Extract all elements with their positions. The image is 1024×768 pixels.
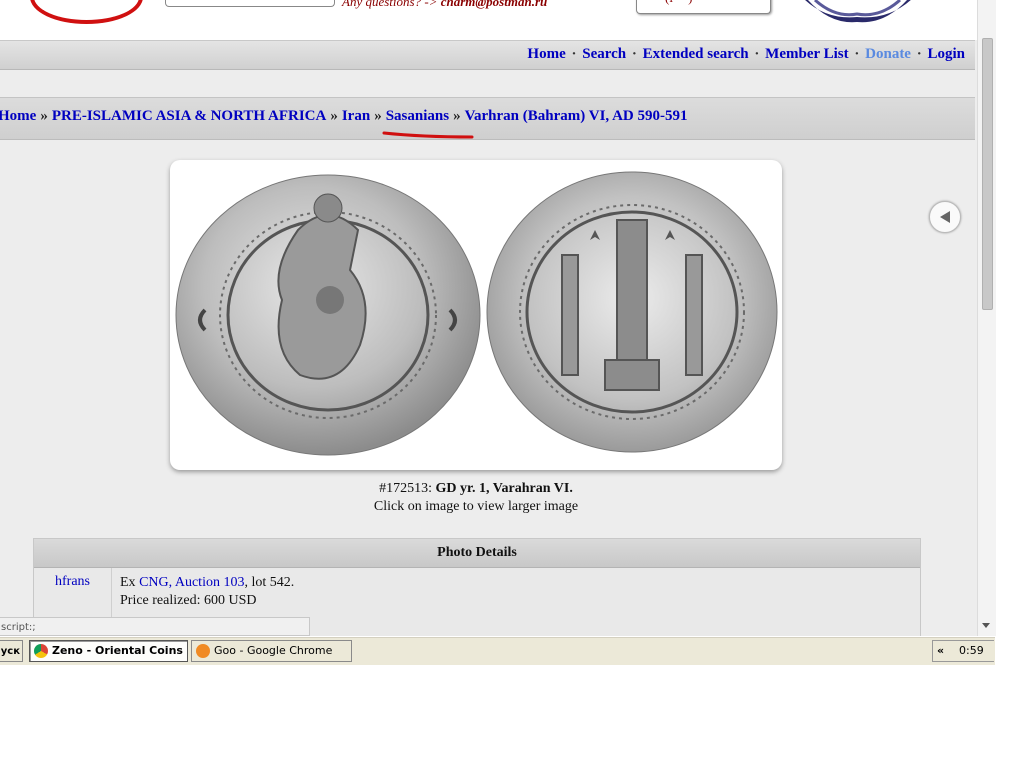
taskbar-item-label: Zeno - Oriental Coins ... (52, 644, 188, 657)
contact-line: Any questions? -> charm@postman.ru (342, 0, 547, 10)
header-button-box[interactable]: (i · ·) (636, 0, 771, 14)
breadcrumb-varhran-vi[interactable]: Varhran (Bahram) VI, AD 590-591 (465, 108, 688, 124)
breadcrumb-category[interactable]: PRE-ISLAMIC ASIA & NORTH AFRICA (52, 108, 327, 124)
photo-hint: Click on image to view larger image (373, 499, 579, 514)
photo-id: #172513: (379, 481, 433, 496)
nav-links: Home · Search · Extended search · Member… (527, 46, 965, 63)
red-underline-annotation (382, 131, 474, 139)
nav-separator: · (854, 46, 860, 62)
nav-donate-link[interactable]: Donate (865, 46, 911, 62)
breadcrumb-separator: » (40, 108, 48, 124)
browser-viewport: ЯНШ Any questions? -> charm@postman.ru (… (0, 0, 977, 636)
breadcrumb: Home» PRE-ISLAMIC ASIA & NORTH AFRICA» Ira… (0, 108, 688, 125)
nav-home-link[interactable]: Home (527, 46, 565, 62)
breadcrumb-bar: Home» PRE-ISLAMIC ASIA & NORTH AFRICA» Ira… (0, 97, 975, 233)
scroll-down-arrow-icon[interactable] (982, 623, 990, 628)
nav-separator: · (571, 46, 577, 62)
scrollbar-thumb[interactable] (982, 38, 993, 310)
site-emblem-icon (805, 0, 911, 23)
chrome-icon (34, 644, 48, 658)
coin-obverse (175, 174, 481, 456)
lot-text: , lot 542. (244, 575, 295, 590)
taskbar-item-google-chrome[interactable]: Goo - Google Chrome (191, 640, 352, 662)
coin-photo[interactable] (170, 160, 782, 470)
vertical-scrollbar[interactable] (977, 0, 996, 636)
nav-search-link[interactable]: Search (582, 46, 626, 62)
price-text: Price realized: 600 USD (120, 593, 257, 608)
coin-reverse (486, 171, 778, 453)
nav-separator: · (916, 46, 922, 62)
back-button[interactable] (929, 201, 961, 233)
browser-status-bar: script:; (0, 617, 310, 636)
nav-extended-search-link[interactable]: Extended search (643, 46, 749, 62)
app-icon (196, 644, 210, 658)
taskbar-item-zeno[interactable]: Zeno - Oriental Coins ... (29, 640, 188, 662)
photo-title: GD yr. 1, Varahran VI. (435, 481, 573, 496)
breadcrumb-home[interactable]: Home (0, 108, 36, 124)
system-tray: « 0:59 (932, 640, 994, 662)
breadcrumb-separator: » (330, 108, 338, 124)
clock[interactable]: 0:59 (959, 641, 984, 661)
breadcrumb-sasanians[interactable]: Sasanians (386, 108, 449, 124)
photo-details-heading: Photo Details (34, 539, 920, 568)
ex-label: Ex (120, 575, 140, 590)
main-navbar: Home · Search · Extended search · Member… (0, 40, 975, 70)
windows-taskbar: уск Zeno - Oriental Coins ... Goo - Goog… (0, 636, 995, 665)
start-button[interactable]: уск (0, 640, 23, 662)
site-header: ЯНШ Any questions? -> charm@postman.ru (… (0, 0, 977, 40)
nav-login-link[interactable]: Login (927, 46, 965, 62)
uploader-link[interactable]: hfrans (55, 574, 90, 589)
auction-link[interactable]: CNG, Auction 103 (139, 575, 244, 590)
triangle-left-icon (940, 211, 950, 223)
tray-expand-icon[interactable]: « (937, 641, 944, 661)
photo-caption: #172513: GD yr. 1, Varahran VI. (0, 481, 952, 497)
breadcrumb-iran[interactable]: Iran (342, 108, 370, 124)
coin-image (175, 171, 778, 456)
contact-email-link[interactable]: charm@postman.ru (441, 0, 548, 9)
nav-separator: · (631, 46, 637, 62)
nav-separator: · (754, 46, 760, 62)
header-search-box[interactable] (165, 0, 335, 7)
taskbar-item-label: Goo - Google Chrome (214, 644, 333, 657)
breadcrumb-separator: » (374, 108, 382, 124)
site-logo[interactable]: ЯНШ (30, 0, 143, 24)
contact-prefix: Any questions? -> (342, 0, 441, 9)
header-box-label: (i · ·) (665, 0, 692, 6)
details-text: Ex CNG, Auction 103, lot 542. Price real… (120, 574, 294, 610)
nav-member-list-link[interactable]: Member List (765, 46, 848, 62)
breadcrumb-separator: » (453, 108, 461, 124)
